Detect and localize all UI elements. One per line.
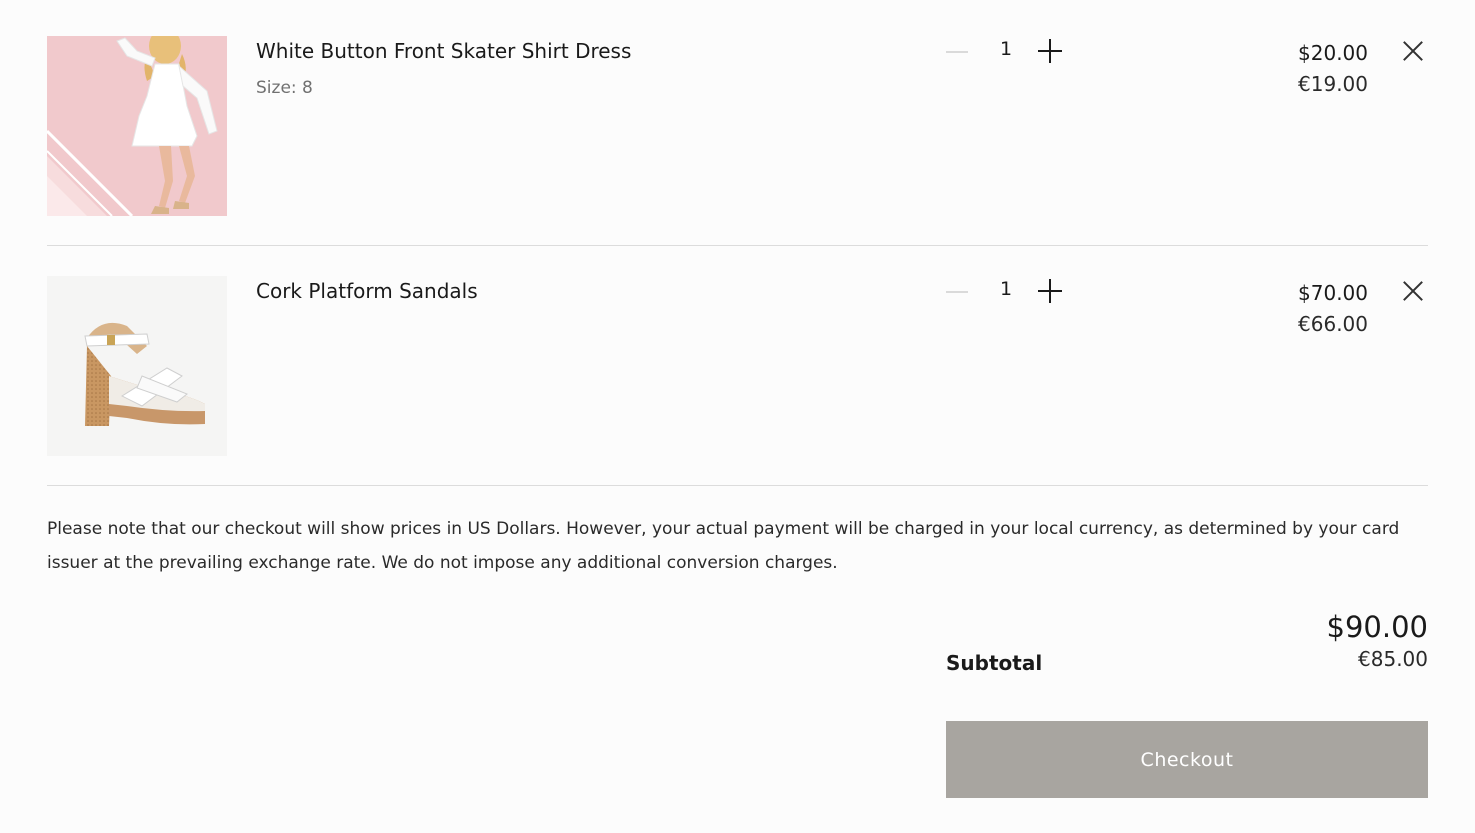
- white-dress-photo-icon: [47, 36, 227, 216]
- price-usd: $70.00: [1298, 281, 1368, 305]
- item-price: $70.00 €66.00: [1298, 280, 1368, 337]
- cart-item: White Button Front Skater Shirt Dress Si…: [47, 36, 1428, 216]
- quantity-increase-button[interactable]: [1038, 39, 1062, 63]
- quantity-decrease-button[interactable]: [944, 38, 970, 64]
- quantity-increase-button[interactable]: [1038, 279, 1062, 303]
- quantity-decrease-button[interactable]: [944, 278, 970, 304]
- item-price: $20.00 €19.00: [1298, 40, 1368, 97]
- product-image-sandals[interactable]: [47, 276, 227, 456]
- remove-item-close-icon[interactable]: [1402, 40, 1424, 62]
- quantity-value[interactable]: 1: [996, 278, 1016, 300]
- price-eur: €66.00: [1298, 312, 1368, 336]
- remove-item-close-icon[interactable]: [1402, 280, 1424, 302]
- item-divider: [47, 485, 1428, 486]
- currency-notice: Please note that our checkout will show …: [47, 519, 1400, 573]
- subtotal-amount: $90.00 €85.00: [1327, 610, 1428, 672]
- quantity-value[interactable]: 1: [996, 38, 1016, 60]
- price-eur: €19.00: [1298, 72, 1368, 96]
- quantity-stepper: 1: [944, 276, 1070, 306]
- subtotal-usd: $90.00: [1326, 610, 1428, 644]
- product-image-dress[interactable]: [47, 36, 227, 216]
- product-variant: Size: 8: [256, 78, 313, 98]
- quantity-stepper: 1: [944, 36, 1070, 66]
- cart-item: Cork Platform Sandals 1 $70.00 €66.00: [47, 276, 1428, 456]
- subtotal-eur: €85.00: [1358, 647, 1428, 671]
- sandal-photo-icon: [47, 276, 227, 456]
- subtotal-label: Subtotal: [946, 651, 1043, 675]
- product-title[interactable]: Cork Platform Sandals: [256, 279, 478, 303]
- cart-drawer: White Button Front Skater Shirt Dress Si…: [0, 0, 1475, 833]
- product-title[interactable]: White Button Front Skater Shirt Dress: [256, 39, 631, 63]
- item-divider: [47, 245, 1428, 246]
- price-usd: $20.00: [1298, 41, 1368, 65]
- checkout-button[interactable]: Checkout: [946, 721, 1428, 798]
